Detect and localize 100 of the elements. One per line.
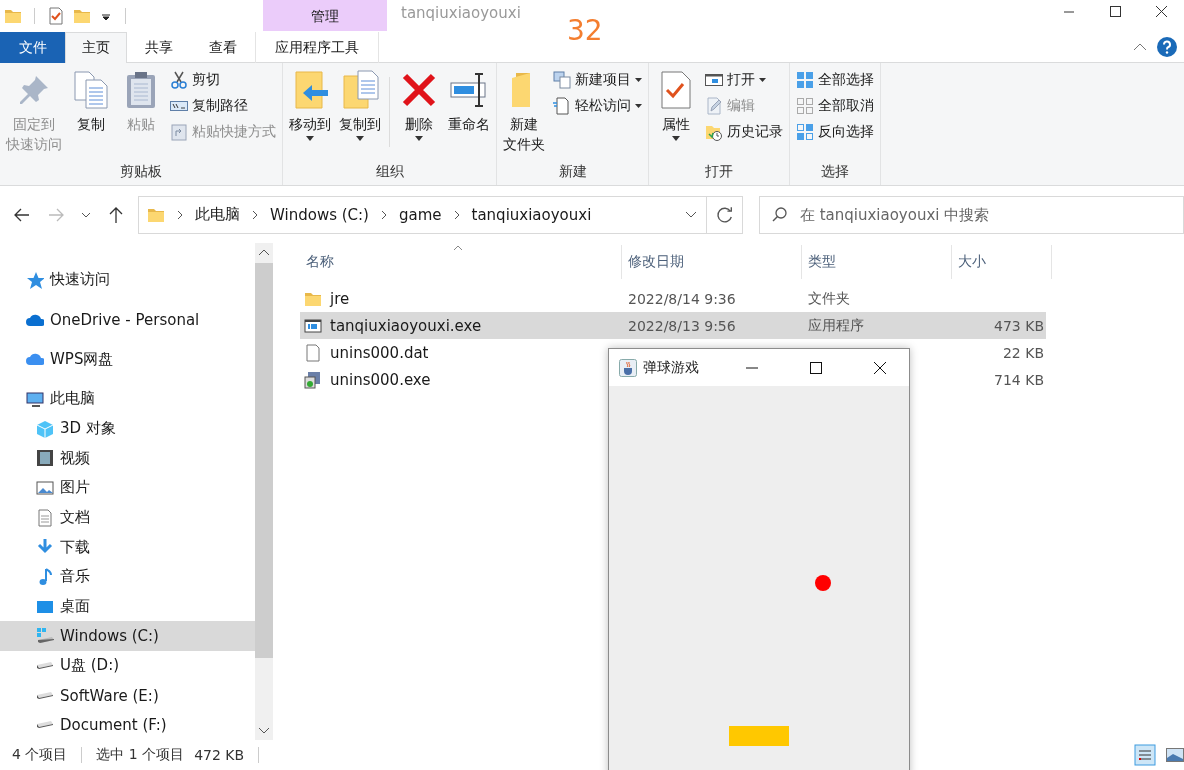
scissors-icon: [170, 71, 188, 89]
file-name[interactable]: tanqiuxiaoyouxi.exe: [330, 316, 482, 335]
ribbon-button[interactable]: 全部取消: [794, 95, 876, 117]
breadcrumb[interactable]: 此电脑: [195, 205, 240, 224]
file-name[interactable]: unins000.dat: [330, 343, 429, 362]
scroll-up-icon[interactable]: [258, 247, 270, 257]
caret-icon: [635, 104, 642, 108]
nav-item[interactable]: Document (F:): [0, 710, 255, 741]
chevron-right-icon: [250, 208, 260, 221]
nav-item[interactable]: OneDrive - Personal: [0, 304, 255, 335]
selection-count: 选中 1 个项目: [96, 746, 185, 764]
file-icon: [304, 343, 322, 362]
nav-item[interactable]: SoftWare (E:): [0, 680, 255, 711]
ribbon-button[interactable]: 复制到: [337, 67, 383, 144]
rename-icon: [449, 70, 489, 110]
search-icon: [770, 205, 789, 224]
column-header[interactable]: 类型: [802, 245, 952, 279]
group-label: 打开: [704, 162, 734, 181]
select-none-icon: [796, 97, 814, 115]
nav-item[interactable]: 快速访问: [0, 265, 255, 295]
breadcrumb[interactable]: Windows (C:): [270, 205, 369, 224]
nav-item[interactable]: 3D 对象: [0, 413, 255, 444]
scrollbar[interactable]: [255, 243, 273, 740]
paddle: [729, 726, 789, 746]
scrollbar-thumb[interactable]: [255, 263, 273, 658]
file-size: 473 KB: [994, 317, 1044, 334]
drive-icon: [36, 691, 54, 700]
column-header[interactable]: 大小: [952, 245, 1052, 279]
cup-icon: [619, 358, 637, 377]
ribbon-button[interactable]: 移动到: [287, 67, 333, 144]
caret-icon: [635, 78, 642, 82]
ribbon-button[interactable]: 轻松访问: [551, 95, 644, 117]
nav-item[interactable]: U盘 (D:): [0, 651, 255, 681]
refresh-icon[interactable]: [706, 195, 743, 234]
nav-item[interactable]: 图片: [0, 473, 255, 503]
ribbon-button[interactable]: 打开: [703, 69, 785, 91]
shortcut-icon: [170, 123, 188, 141]
sort-caret-icon: [453, 245, 463, 251]
cube-icon: [36, 419, 54, 438]
document-icon: [36, 508, 54, 527]
column-header[interactable]: 名称: [300, 245, 622, 279]
breadcrumb[interactable]: tanqiuxiaoyouxi: [471, 205, 592, 224]
ribbon-button[interactable]: 新建项目: [551, 69, 644, 91]
image-icon: [36, 478, 54, 497]
checklist-icon[interactable]: [47, 6, 65, 25]
ribbon-tab[interactable]: 共享: [127, 32, 191, 63]
file-name[interactable]: jre: [330, 289, 350, 308]
star-icon: [26, 270, 44, 289]
window-title: 弹球游戏: [643, 358, 699, 377]
details-view-icon[interactable]: [1134, 744, 1156, 766]
nav-item[interactable]: 此电脑: [0, 384, 255, 414]
computer-icon: [26, 389, 44, 408]
file-type: 文件夹: [808, 289, 850, 308]
breadcrumb[interactable]: game: [398, 205, 442, 224]
group-label: 选择: [820, 162, 850, 181]
context-tab-group: 管理: [263, 0, 387, 31]
group-label: 剪贴板: [119, 162, 163, 181]
select-all-icon: [796, 71, 814, 89]
nav-item[interactable]: 音乐: [0, 562, 255, 592]
address-bar[interactable]: 此电脑 Windows (C:) game tanqiuxiaoyouxi: [138, 195, 707, 234]
file-name[interactable]: unins000.exe: [330, 370, 431, 389]
ribbon-button[interactable]: 全部选择: [794, 69, 876, 91]
ribbon-button[interactable]: 复制路径: [168, 95, 278, 117]
nav-item[interactable]: 视频: [0, 443, 255, 474]
help-icon[interactable]: [1156, 35, 1178, 58]
ribbon-tab[interactable]: 主页: [65, 32, 127, 63]
ribbon-button[interactable]: 删除: [396, 67, 442, 144]
nav-item[interactable]: 文档: [0, 502, 255, 533]
file-date: 2022/8/14 9:36: [628, 290, 736, 307]
nav-item[interactable]: Windows (C:): [0, 621, 255, 652]
ribbon-button[interactable]: 剪切: [168, 69, 278, 91]
file-size: 714 KB: [994, 371, 1044, 388]
app-icon: [304, 316, 322, 335]
caret-icon: [306, 136, 314, 141]
ribbon-tab[interactable]: 文件: [0, 32, 65, 63]
search-field[interactable]: 在 tanqiuxiaoyouxi 中搜索: [758, 195, 1184, 234]
column-header[interactable]: 修改日期: [622, 245, 802, 279]
nav-item[interactable]: WPS网盘: [0, 344, 255, 374]
scroll-down-icon[interactable]: [258, 726, 270, 736]
caret-icon: [415, 136, 423, 141]
page-icon: [553, 97, 571, 115]
history-icon: [705, 123, 723, 141]
ribbon-button[interactable]: 复制: [68, 67, 114, 137]
new-item-icon: [553, 71, 571, 89]
window-title: tanqiuxiaoyouxi: [400, 3, 522, 24]
ribbon-button[interactable]: 反向选择: [794, 121, 876, 143]
ribbon-button[interactable]: 新建 文件夹: [501, 67, 547, 157]
ribbon-button[interactable]: 重命名: [446, 67, 492, 137]
nav-item[interactable]: 桌面: [0, 591, 255, 622]
item-count: 4 个项目: [12, 746, 68, 764]
large-icons-view-icon[interactable]: [1166, 748, 1184, 762]
copy-icon: [71, 70, 111, 110]
drive-icon: [36, 721, 54, 730]
drive-icon: [36, 627, 54, 646]
ribbon-button[interactable]: 历史记录: [703, 121, 785, 143]
film-icon: [36, 449, 54, 468]
ribbon-tab[interactable]: 查看: [191, 32, 255, 63]
caret-icon: [759, 78, 766, 82]
ribbon-button[interactable]: 属性: [653, 67, 699, 144]
nav-item[interactable]: 下载: [0, 532, 255, 563]
